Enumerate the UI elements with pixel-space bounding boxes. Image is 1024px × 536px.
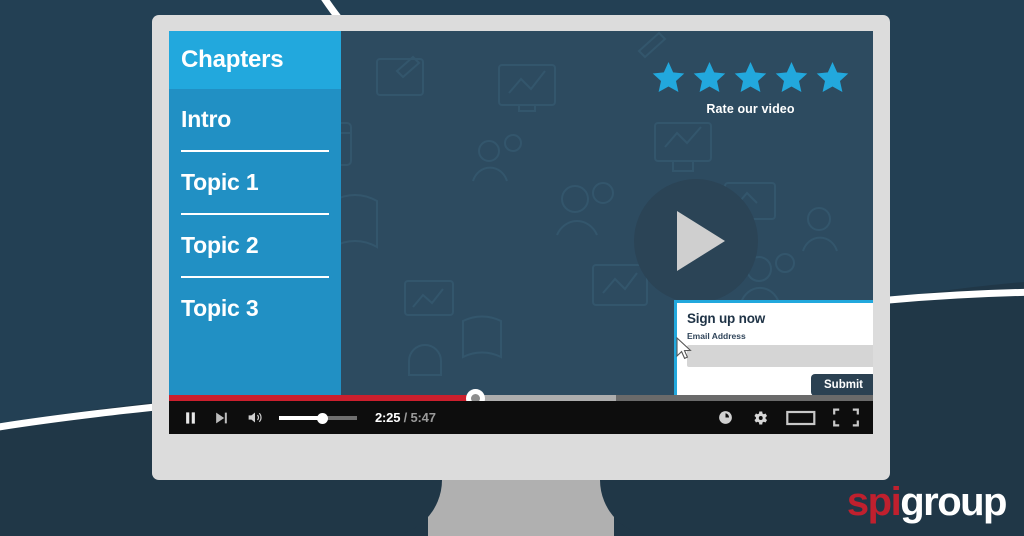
fullscreen-button[interactable]	[833, 408, 859, 427]
rating-label: Rate our video	[706, 102, 795, 116]
mouse-pointer-icon	[676, 337, 692, 360]
sidebar-item-topic-1[interactable]: Topic 1	[181, 152, 329, 213]
email-field[interactable]	[687, 345, 873, 367]
sidebar-item-topic-2[interactable]: Topic 2	[181, 215, 329, 276]
brand-logo: spigroup	[846, 480, 1008, 524]
gear-icon	[754, 411, 768, 424]
pause-button[interactable]	[183, 410, 198, 426]
clock-icon	[719, 411, 732, 424]
chapter-label: Topic 1	[181, 169, 259, 195]
play-icon	[677, 211, 725, 271]
theater-mode-icon	[786, 410, 816, 425]
star-icon[interactable]	[691, 59, 728, 95]
monitor-screen: Chapters Intro Topic 1 Topic 2 Topic 3 R…	[169, 31, 873, 434]
fullscreen-icon	[833, 408, 859, 427]
current-time: 2:25	[375, 410, 401, 425]
star-icon[interactable]	[773, 59, 810, 95]
theater-mode-button[interactable]	[786, 409, 816, 427]
monitor-bezel: Chapters Intro Topic 1 Topic 2 Topic 3 R…	[152, 15, 890, 480]
email-label: Email Address	[687, 331, 746, 341]
chapter-label: Intro	[181, 106, 232, 132]
sidebar-title: Chapters	[181, 46, 284, 73]
sidebar-item-topic-3[interactable]: Topic 3	[181, 278, 329, 339]
volume-button[interactable]	[245, 409, 265, 426]
sidebar-header: Chapters	[169, 31, 341, 89]
star-rating[interactable]	[650, 59, 851, 95]
star-icon[interactable]	[732, 59, 769, 95]
next-button[interactable]	[213, 410, 230, 426]
submit-row: Submit	[687, 374, 873, 395]
logo-part-spi: spi	[846, 480, 902, 524]
submit-button[interactable]: Submit	[811, 374, 873, 395]
rating-widget: Rate our video	[650, 59, 851, 116]
star-icon[interactable]	[650, 59, 687, 95]
total-time: 5:47	[410, 410, 436, 425]
play-button[interactable]	[634, 179, 758, 303]
monitor-stand	[382, 480, 660, 536]
volume-knob[interactable]	[316, 412, 328, 424]
chapters-sidebar: Chapters Intro Topic 1 Topic 2 Topic 3	[169, 31, 341, 395]
chapter-label: Topic 3	[181, 295, 259, 321]
pause-icon	[186, 411, 195, 424]
volume-slider[interactable]	[279, 412, 357, 424]
chapter-list: Intro Topic 1 Topic 2 Topic 3	[169, 89, 341, 339]
time-display: 2:25 / 5:47	[375, 410, 436, 425]
settings-button[interactable]	[751, 409, 769, 427]
sidebar-item-intro[interactable]: Intro	[181, 89, 329, 150]
watch-later-button[interactable]	[717, 409, 734, 426]
signup-form: Sign up now Email Address Submit	[674, 300, 873, 395]
next-track-icon	[216, 412, 227, 423]
player-control-bar: 2:25 / 5:47	[169, 401, 873, 434]
logo-part-group: group	[900, 480, 1007, 524]
volume-fill	[279, 415, 322, 420]
chapter-label: Topic 2	[181, 232, 259, 258]
volume-high-icon	[248, 412, 262, 423]
star-icon[interactable]	[814, 59, 851, 95]
signup-title: Sign up now	[687, 311, 766, 326]
right-controls	[717, 408, 859, 427]
video-canvas[interactable]: Chapters Intro Topic 1 Topic 2 Topic 3 R…	[169, 31, 873, 395]
time-separator: /	[403, 410, 408, 425]
